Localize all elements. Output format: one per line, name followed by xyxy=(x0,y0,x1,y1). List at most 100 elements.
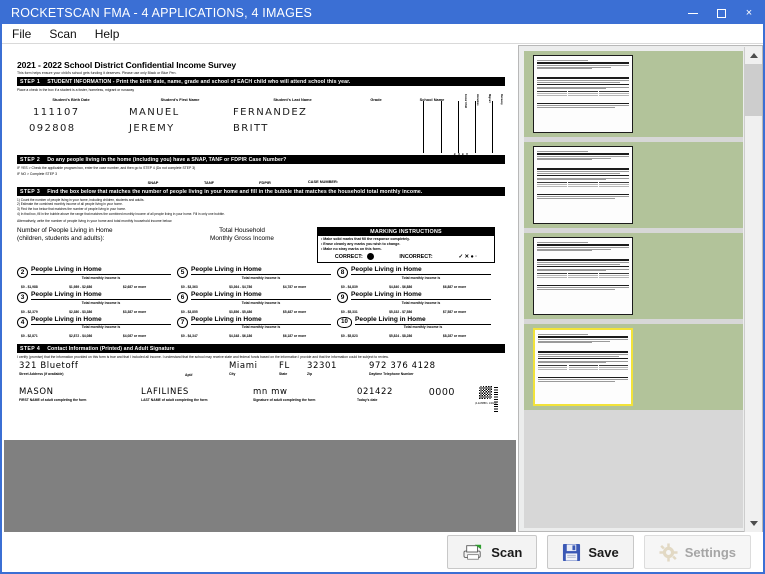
household-box-3-number: 3 xyxy=(17,291,28,303)
label-tanf: TANF xyxy=(203,180,215,186)
value-zip: 32301 xyxy=(307,361,338,372)
value-last-name: LAFILINES xyxy=(141,387,189,398)
scan-button-label: Scan xyxy=(491,544,523,560)
student-1-first-name: MANUEL xyxy=(129,107,180,119)
household-box-9-sub: Total monthly income is xyxy=(401,300,441,305)
label-signature: Signature of adult completing the form xyxy=(253,398,316,403)
maximize-icon xyxy=(716,8,726,18)
household-box-4[interactable]: 4 People Living in Home Total monthly in… xyxy=(17,316,171,339)
household-column-2: 5 People Living in Home Total monthly in… xyxy=(177,266,331,341)
label-case-number: CASE NUMBER: xyxy=(307,179,339,185)
step3-bar: STEP 3 Find the box below that matches t… xyxy=(17,187,505,197)
household-box-8-sub: Total monthly income is xyxy=(401,275,441,280)
household-box-8[interactable]: 8 People Living in Home Total monthly in… xyxy=(337,266,491,289)
scrollbar-thumb[interactable] xyxy=(745,64,762,116)
marking-examples: CORRECT: INCORRECT: ✓ ✕ ● · xyxy=(318,252,494,262)
value-signature: mn mw xyxy=(253,387,288,398)
step1-number: STEP 1 xyxy=(20,78,41,85)
household-box-8-number: 8 xyxy=(337,267,348,279)
household-box-9-number: 9 xyxy=(337,291,348,303)
household-box-2-number: 2 xyxy=(17,267,28,279)
step4-text: Contact Information (Printed) and Adult … xyxy=(47,345,175,352)
thumbnail-mini-3 xyxy=(537,241,630,311)
label-first-name: FIRST NAME of adult completing the form xyxy=(19,398,87,403)
household-box-6-title: People Living in Home xyxy=(191,290,262,298)
household-box-3-sub: Total monthly income is xyxy=(81,300,121,305)
household-box-6[interactable]: 6 People Living in Home Total monthly in… xyxy=(177,290,331,314)
thumbnail-list[interactable] xyxy=(524,51,743,528)
student-1-birth-date: 111107 xyxy=(33,107,80,119)
bottom-toolbar: Scan Save Settings xyxy=(2,532,763,572)
minimize-icon xyxy=(688,12,698,14)
thumbnail-mini-2 xyxy=(537,150,630,220)
household-box-8-range-2: $4,840 - $6,886 xyxy=(389,284,413,289)
student-row-2: 092808 JEREMY BRITT xyxy=(17,123,505,134)
household-bubble-grid: 2 People Living in Home Total monthly in… xyxy=(17,266,505,341)
student-2-last-name: BRITT xyxy=(233,123,269,135)
thumbnail-item-3[interactable] xyxy=(524,233,743,319)
household-column-3: 8 People Living in Home Total monthly in… xyxy=(337,266,491,341)
scan-button[interactable]: Scan xyxy=(447,535,538,569)
settings-button[interactable]: Settings xyxy=(643,535,751,569)
menu-item-file[interactable]: File xyxy=(4,25,39,43)
household-box-10-number: 10 xyxy=(337,316,352,328)
household-box-2[interactable]: 2 People Living in Home Total monthly in… xyxy=(17,266,171,289)
household-box-3[interactable]: 3 People Living in Home Total monthly in… xyxy=(17,291,171,314)
step2-number: STEP 2 xyxy=(20,156,41,163)
household-box-5-number: 5 xyxy=(177,267,188,279)
chevron-down-icon xyxy=(749,521,758,526)
thumbnail-item-1[interactable] xyxy=(524,51,743,137)
household-box-9[interactable]: 9 People Living in Home Total monthly in… xyxy=(337,291,491,314)
household-box-2-range-3: $2,687 or more xyxy=(122,284,147,289)
menu-item-help[interactable]: Help xyxy=(87,25,128,43)
column-grade: Grade xyxy=(370,97,382,103)
household-box-4-range-2: $2,872 - $4,086 xyxy=(69,334,93,339)
maximize-button[interactable] xyxy=(707,2,735,24)
marking-instructions-title: MARKING INSTRUCTIONS xyxy=(318,227,494,236)
household-box-8-range-3: $6,887 or more xyxy=(442,284,467,289)
thumbnail-item-2[interactable] xyxy=(524,142,743,228)
close-button[interactable]: × xyxy=(735,2,763,24)
title-bar: ROCKETSCAN FMA - 4 APPLICATIONS, 4 IMAGE… xyxy=(2,2,763,24)
household-box-5-range-1: $0 - $3,363 xyxy=(181,284,198,289)
household-box-2-range-1: $0 - $1,988 xyxy=(21,284,38,289)
household-box-6-sub: Total monthly income is xyxy=(241,300,281,305)
close-icon: × xyxy=(745,6,753,19)
household-box-7[interactable]: 7 People Living in Home Total monthly in… xyxy=(177,316,331,339)
student-row-1: 111107 MANUEL FERNANDEZ xyxy=(17,107,505,118)
document-viewer[interactable]: 2021 - 2022 School District Confidential… xyxy=(4,45,516,532)
marking-instructions-box: MARKING INSTRUCTIONS • Make solid marks … xyxy=(317,226,495,264)
label-city: City xyxy=(229,372,236,377)
household-box-3-range-1: $0 - $2,379 xyxy=(21,309,38,314)
total-household-label-1: Total Household xyxy=(219,226,265,234)
household-box-7-range-1: $0 - $4,347 xyxy=(181,334,198,339)
step1-note: Place a check in the box if a student is… xyxy=(17,87,135,92)
household-box-4-range-1: $0 - $2,871 xyxy=(21,334,38,339)
save-button-label: Save xyxy=(588,544,619,560)
menu-item-scan[interactable]: Scan xyxy=(41,25,84,43)
qr-code-icon xyxy=(479,386,492,400)
household-box-5[interactable]: 5 People Living in Home Total monthly in… xyxy=(177,266,331,289)
step2-text: Do any people living in the home (includ… xyxy=(47,156,287,163)
step1-text: STUDENT INFORMATION - Print the birth da… xyxy=(47,78,351,85)
label-street-address: Street Address (if available) xyxy=(19,372,64,377)
household-box-10[interactable]: 10 People Living in Home Total monthly i… xyxy=(337,316,491,338)
household-box-3-range-2: $2,380 - $3,386 xyxy=(69,309,93,314)
barcode-caption: (4-22/8888 • 1/2021) xyxy=(475,402,497,406)
thumbnail-scrollbar[interactable] xyxy=(744,47,762,532)
thumbnail-item-4[interactable] xyxy=(524,324,743,410)
step3-text: Find the box below that matches the numb… xyxy=(47,188,423,195)
value-state: FL xyxy=(279,361,290,372)
save-button[interactable]: Save xyxy=(547,535,634,569)
label-phone: Daytime Telephone Number xyxy=(369,372,414,377)
thumbnail-preview-1 xyxy=(533,55,633,133)
household-box-7-range-2: $4,348 - $6,186 xyxy=(229,334,253,339)
household-box-8-range-1: $0 - $4,839 xyxy=(341,284,358,289)
marking-incorrect-label: INCORRECT: xyxy=(399,253,433,260)
minimize-button[interactable] xyxy=(679,2,707,24)
scroll-down-button[interactable] xyxy=(745,515,762,532)
form-title: 2021 - 2022 School District Confidential… xyxy=(17,60,237,70)
student-1-last-name: FERNANDEZ xyxy=(233,107,308,119)
scroll-up-button[interactable] xyxy=(745,47,762,64)
floppy-disk-icon xyxy=(562,543,581,562)
